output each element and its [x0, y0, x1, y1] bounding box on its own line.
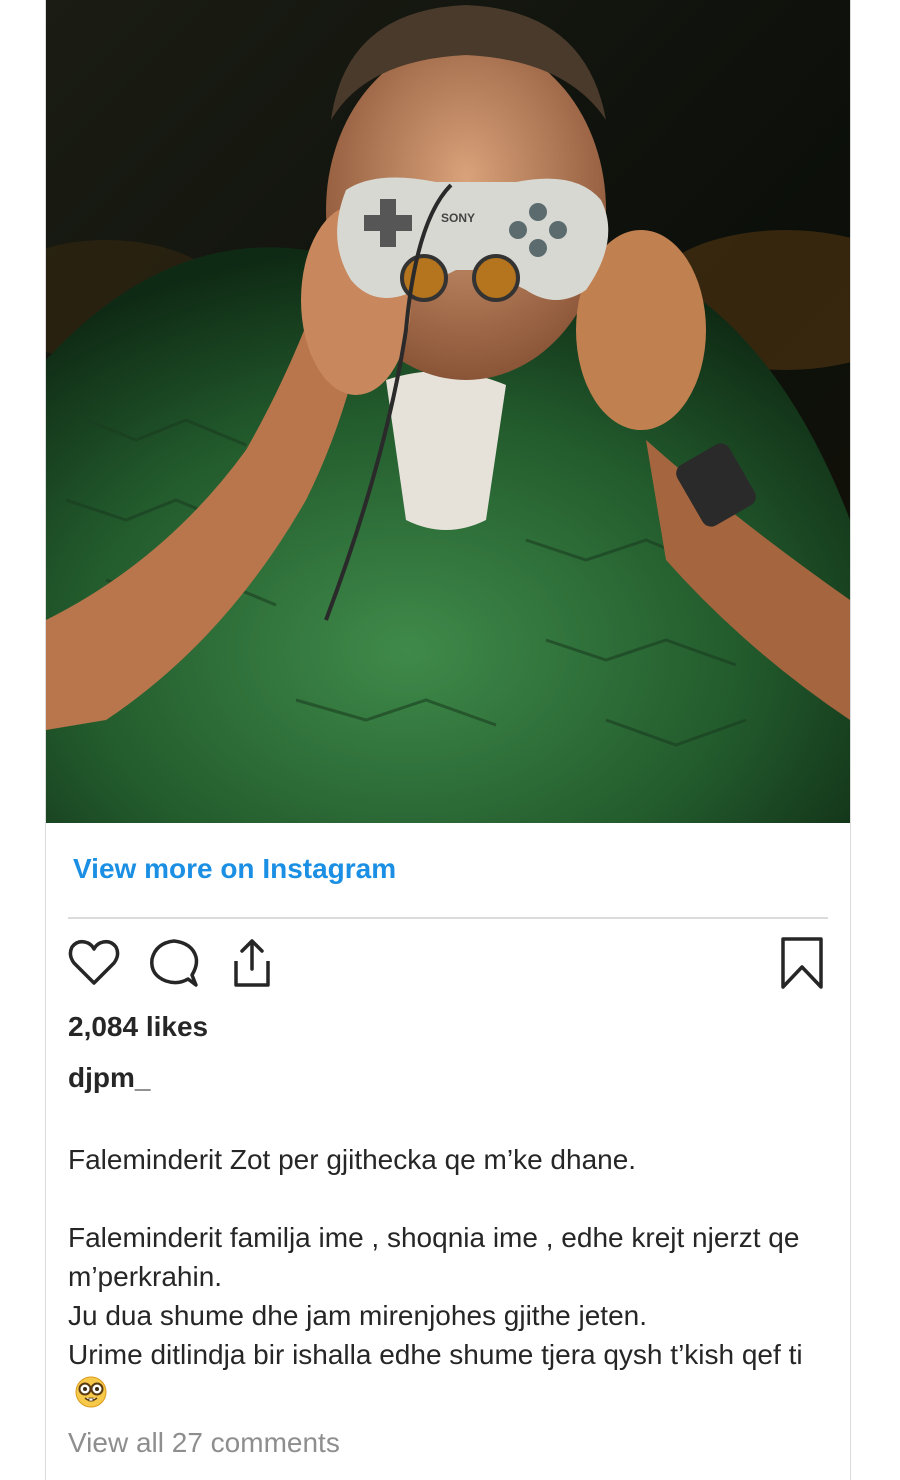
view-more-on-instagram-link[interactable]: View more on Instagram — [73, 853, 396, 885]
bookmark-icon — [781, 937, 823, 989]
comment-bubble-icon — [150, 939, 199, 987]
likes-count[interactable]: 2,084 likes — [68, 1011, 208, 1043]
comment-button[interactable] — [146, 935, 202, 991]
caption-line-last: Urime ditlindja bir ishalla edhe shume t… — [68, 1335, 838, 1413]
caption-line: Ju dua shume dhe jam mirenjohes gjithe j… — [68, 1300, 648, 1331]
nerd-face-emoji-icon — [74, 1375, 108, 1409]
share-upload-icon — [234, 939, 270, 987]
instagram-embed-card: SONY View more on Instagram 2,084 likes … — [45, 0, 851, 1480]
post-username[interactable]: djpm_ — [68, 1062, 150, 1094]
share-button[interactable] — [224, 935, 280, 991]
caption-line-text: Urime ditlindja bir ishalla edhe shume t… — [68, 1339, 803, 1370]
post-photo[interactable]: SONY — [46, 0, 850, 823]
save-button[interactable] — [774, 935, 830, 991]
view-all-comments-link[interactable]: View all 27 comments — [68, 1427, 340, 1459]
controller-brand-label: SONY — [441, 211, 475, 225]
caption-line: Faleminderit familja ime , shoqnia ime ,… — [68, 1222, 800, 1292]
post-caption: Faleminderit Zot per gjithecka qe m’ke d… — [68, 1140, 838, 1413]
post-image: SONY — [46, 0, 850, 823]
like-button[interactable] — [66, 935, 122, 991]
divider — [68, 917, 828, 919]
heart-icon — [68, 939, 120, 985]
caption-line: Faleminderit Zot per gjithecka qe m’ke d… — [68, 1144, 637, 1175]
post-actions-bar — [46, 935, 850, 995]
